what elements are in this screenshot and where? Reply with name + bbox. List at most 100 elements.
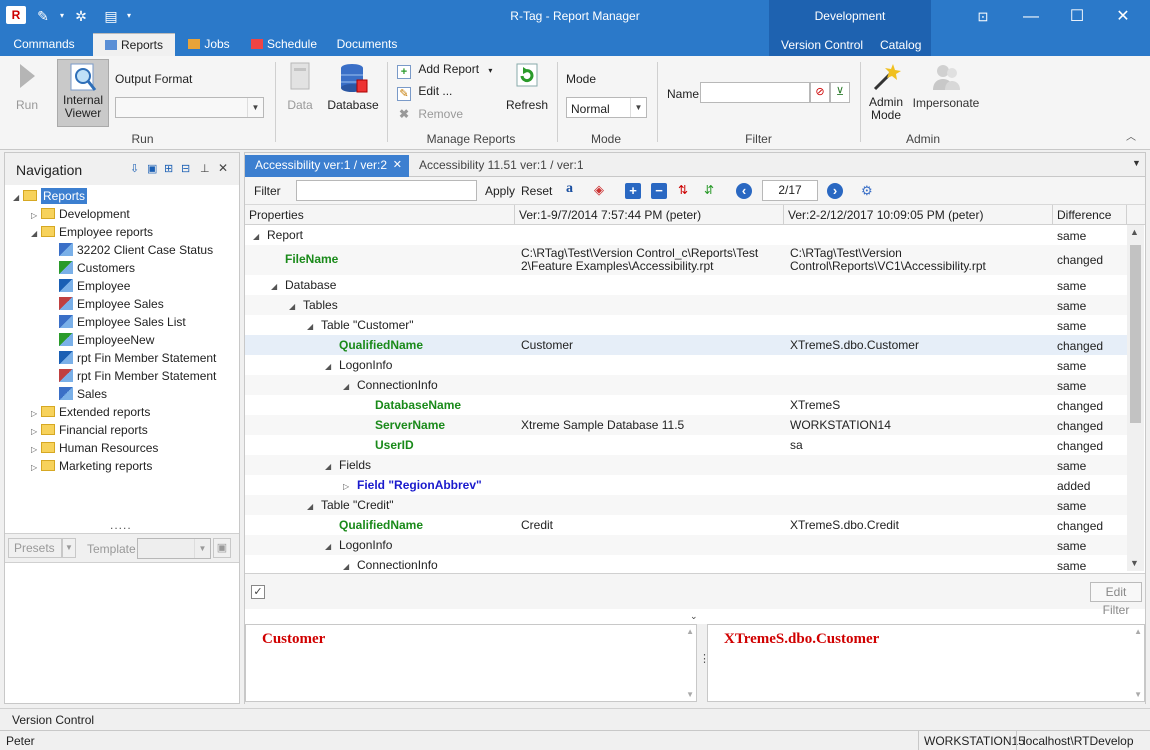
expanded-arrow-icon[interactable]: ◢	[31, 225, 41, 243]
expanded-arrow-icon[interactable]: ◢	[325, 360, 331, 373]
tree-report-node[interactable]: EmployeeNew	[49, 331, 154, 349]
edit-filter-button[interactable]: Edit Filter	[1090, 582, 1142, 617]
collapse-ribbon-icon[interactable]: ︿	[1126, 128, 1136, 143]
expanded-arrow-icon[interactable]: ◢	[307, 320, 313, 333]
scroll-down-icon[interactable]: ▼	[1134, 690, 1142, 699]
output-format-dropdown[interactable]: ▼	[115, 97, 264, 118]
settings-icon[interactable]: ⚙	[861, 183, 873, 199]
scroll-up-icon[interactable]: ▲	[1134, 627, 1142, 636]
collapsed-arrow-icon[interactable]: ▷	[343, 480, 349, 493]
tab-reports[interactable]: Reports	[93, 33, 175, 56]
grid-row[interactable]: ◢ Database same	[245, 275, 1127, 295]
doc-tab-active[interactable]: Accessibility ver:1 / ver:2 ✕	[245, 155, 409, 177]
diff-next-icon[interactable]: ⇅	[678, 183, 688, 197]
collapse-all-icon[interactable]: ⊟	[181, 162, 190, 175]
close-icon[interactable]: ✕	[218, 161, 228, 175]
apply-filter-icon[interactable]: ⊻	[830, 82, 850, 103]
restore-layout-icon[interactable]: ⊡	[960, 0, 1006, 33]
add-report-button[interactable]: + Add Report ▾	[397, 62, 492, 80]
expanded-arrow-icon[interactable]: ◢	[307, 500, 313, 513]
scroll-thumb[interactable]	[1130, 245, 1141, 423]
expanded-arrow-icon[interactable]: ◢	[289, 300, 295, 313]
grid-row[interactable]: ServerName Xtreme Sample Database 11.5 WOR…	[245, 415, 1127, 435]
tree-folder-node[interactable]: ▷ Development	[31, 205, 130, 223]
chevron-down-icon[interactable]: ▼	[62, 538, 76, 558]
tree-folder-node[interactable]: ▷ Human Resources	[31, 439, 158, 457]
tree-report-node[interactable]: Sales	[49, 385, 107, 403]
grid-row[interactable]: DatabaseName XTremeS changed	[245, 395, 1127, 415]
minimize-button[interactable]: —	[1008, 0, 1054, 33]
page-indicator[interactable]: 2/17	[762, 180, 818, 201]
reset-button[interactable]: Reset	[521, 184, 552, 198]
tab-list-dropdown-icon[interactable]: ▼	[1132, 158, 1141, 168]
expanded-arrow-icon[interactable]: ◢	[325, 460, 331, 473]
previous-page-icon[interactable]: ‹	[736, 183, 752, 199]
grid-row[interactable]: ◢ ConnectionInfo same	[245, 555, 1127, 573]
grid-row[interactable]: ◢ Table "Customer" same	[245, 315, 1127, 335]
mode-dropdown[interactable]: Normal ▼	[566, 97, 647, 118]
font-icon[interactable]: a	[566, 181, 573, 197]
internal-viewer-button[interactable]: Internal Viewer	[57, 59, 109, 127]
data-button[interactable]: Data	[282, 62, 318, 112]
scroll-up-icon[interactable]: ▲	[686, 627, 694, 636]
grid-row[interactable]: ◢ LogonInfo same	[245, 355, 1127, 375]
close-tab-icon[interactable]: ✕	[393, 155, 402, 175]
grid-row[interactable]: ◢ LogonInfo same	[245, 535, 1127, 555]
grid-row[interactable]: ▷ Field "RegionAbbrev" added	[245, 475, 1127, 495]
admin-mode-button[interactable]: Admin Mode	[866, 62, 906, 122]
column-header-difference[interactable]: Difference	[1053, 205, 1127, 225]
grid-row[interactable]: ◢ ConnectionInfo same	[245, 375, 1127, 395]
show-all-checkbox[interactable]: ✓	[251, 585, 265, 599]
presets-button[interactable]: Presets	[8, 538, 62, 558]
tree-report-node[interactable]: 32202 Client Case Status	[49, 241, 213, 259]
scroll-down-icon[interactable]: ▼	[1130, 558, 1139, 568]
grid-row[interactable]: QualifiedName Customer XTremeS.dbo.Custome…	[245, 335, 1127, 355]
doc-tab[interactable]: Accessibility 11.51 ver:1 / ver:1	[409, 155, 629, 177]
next-page-icon[interactable]: ›	[827, 183, 843, 199]
expanded-arrow-icon[interactable]: ◢	[271, 280, 277, 293]
name-filter-input[interactable]	[700, 82, 810, 103]
expanded-arrow-icon[interactable]: ◢	[343, 380, 349, 393]
expanded-arrow-icon[interactable]: ◢	[343, 560, 349, 573]
refresh-button[interactable]: Refresh	[504, 62, 550, 112]
grid-row[interactable]: ◢ Tables same	[245, 295, 1127, 315]
grid-row[interactable]: ◢ Report same	[245, 225, 1127, 245]
tree-folder-node[interactable]: ▷ Marketing reports	[31, 457, 152, 475]
diff-prev-icon[interactable]: ⇵	[704, 183, 714, 197]
save-icon[interactable]: ▣	[147, 162, 157, 175]
sync-icon[interactable]: ⇩	[130, 162, 139, 175]
tree-report-node[interactable]: Customers	[49, 259, 135, 277]
expanded-arrow-icon[interactable]: ◢	[325, 540, 331, 553]
maximize-button[interactable]: ☐	[1054, 0, 1100, 33]
tree-folder-node[interactable]: ◢ Reports	[13, 187, 88, 205]
impersonate-button[interactable]: Impersonate	[912, 62, 980, 110]
grid-row[interactable]: UserID sa changed	[245, 435, 1127, 455]
splitter-handle[interactable]: .....	[110, 518, 132, 532]
tree-report-node[interactable]: Employee	[49, 277, 130, 295]
close-button[interactable]: ✕	[1100, 0, 1146, 33]
column-header-version1[interactable]: Ver:1-9/7/2014 7:57:44 PM (peter)	[515, 205, 784, 225]
grid-row[interactable]: ◢ Table "Credit" same	[245, 495, 1127, 515]
database-button[interactable]: Database	[326, 62, 380, 112]
pin-icon[interactable]: ⊥	[200, 162, 210, 175]
grid-row[interactable]: QualifiedName Credit XTremeS.dbo.Credit cha…	[245, 515, 1127, 535]
expand-all-icon[interactable]: ⊞	[164, 162, 173, 175]
grid-row[interactable]: FileName C:\RTag\Test\Version Control_c\R…	[245, 245, 1127, 275]
tab-commands[interactable]: Commands	[6, 33, 82, 56]
tree-folder-node[interactable]: ▷ Extended reports	[31, 403, 150, 421]
column-header-properties[interactable]: Properties	[245, 205, 515, 225]
tab-schedule[interactable]: Schedule	[246, 33, 322, 56]
save-template-icon[interactable]: ▣	[213, 538, 231, 558]
expanded-arrow-icon[interactable]: ◢	[253, 230, 259, 243]
tab-catalog[interactable]: Catalog	[880, 38, 921, 52]
tab-jobs[interactable]: Jobs	[182, 33, 236, 56]
version-control-label[interactable]: Version Control	[12, 713, 94, 727]
run-button[interactable]: Run	[10, 62, 44, 112]
tree-report-node[interactable]: Employee Sales	[49, 295, 164, 313]
column-header-version2[interactable]: Ver:2-2/12/2017 10:09:05 PM (peter)	[784, 205, 1053, 225]
filter-input[interactable]	[296, 180, 477, 201]
tree-report-node[interactable]: rpt Fin Member Statement	[49, 349, 216, 367]
splitter-chevron-icon[interactable]: ⌄	[690, 611, 698, 622]
remove-report-button[interactable]: ✖ Remove	[397, 107, 463, 125]
expand-icon[interactable]: +	[625, 183, 641, 199]
